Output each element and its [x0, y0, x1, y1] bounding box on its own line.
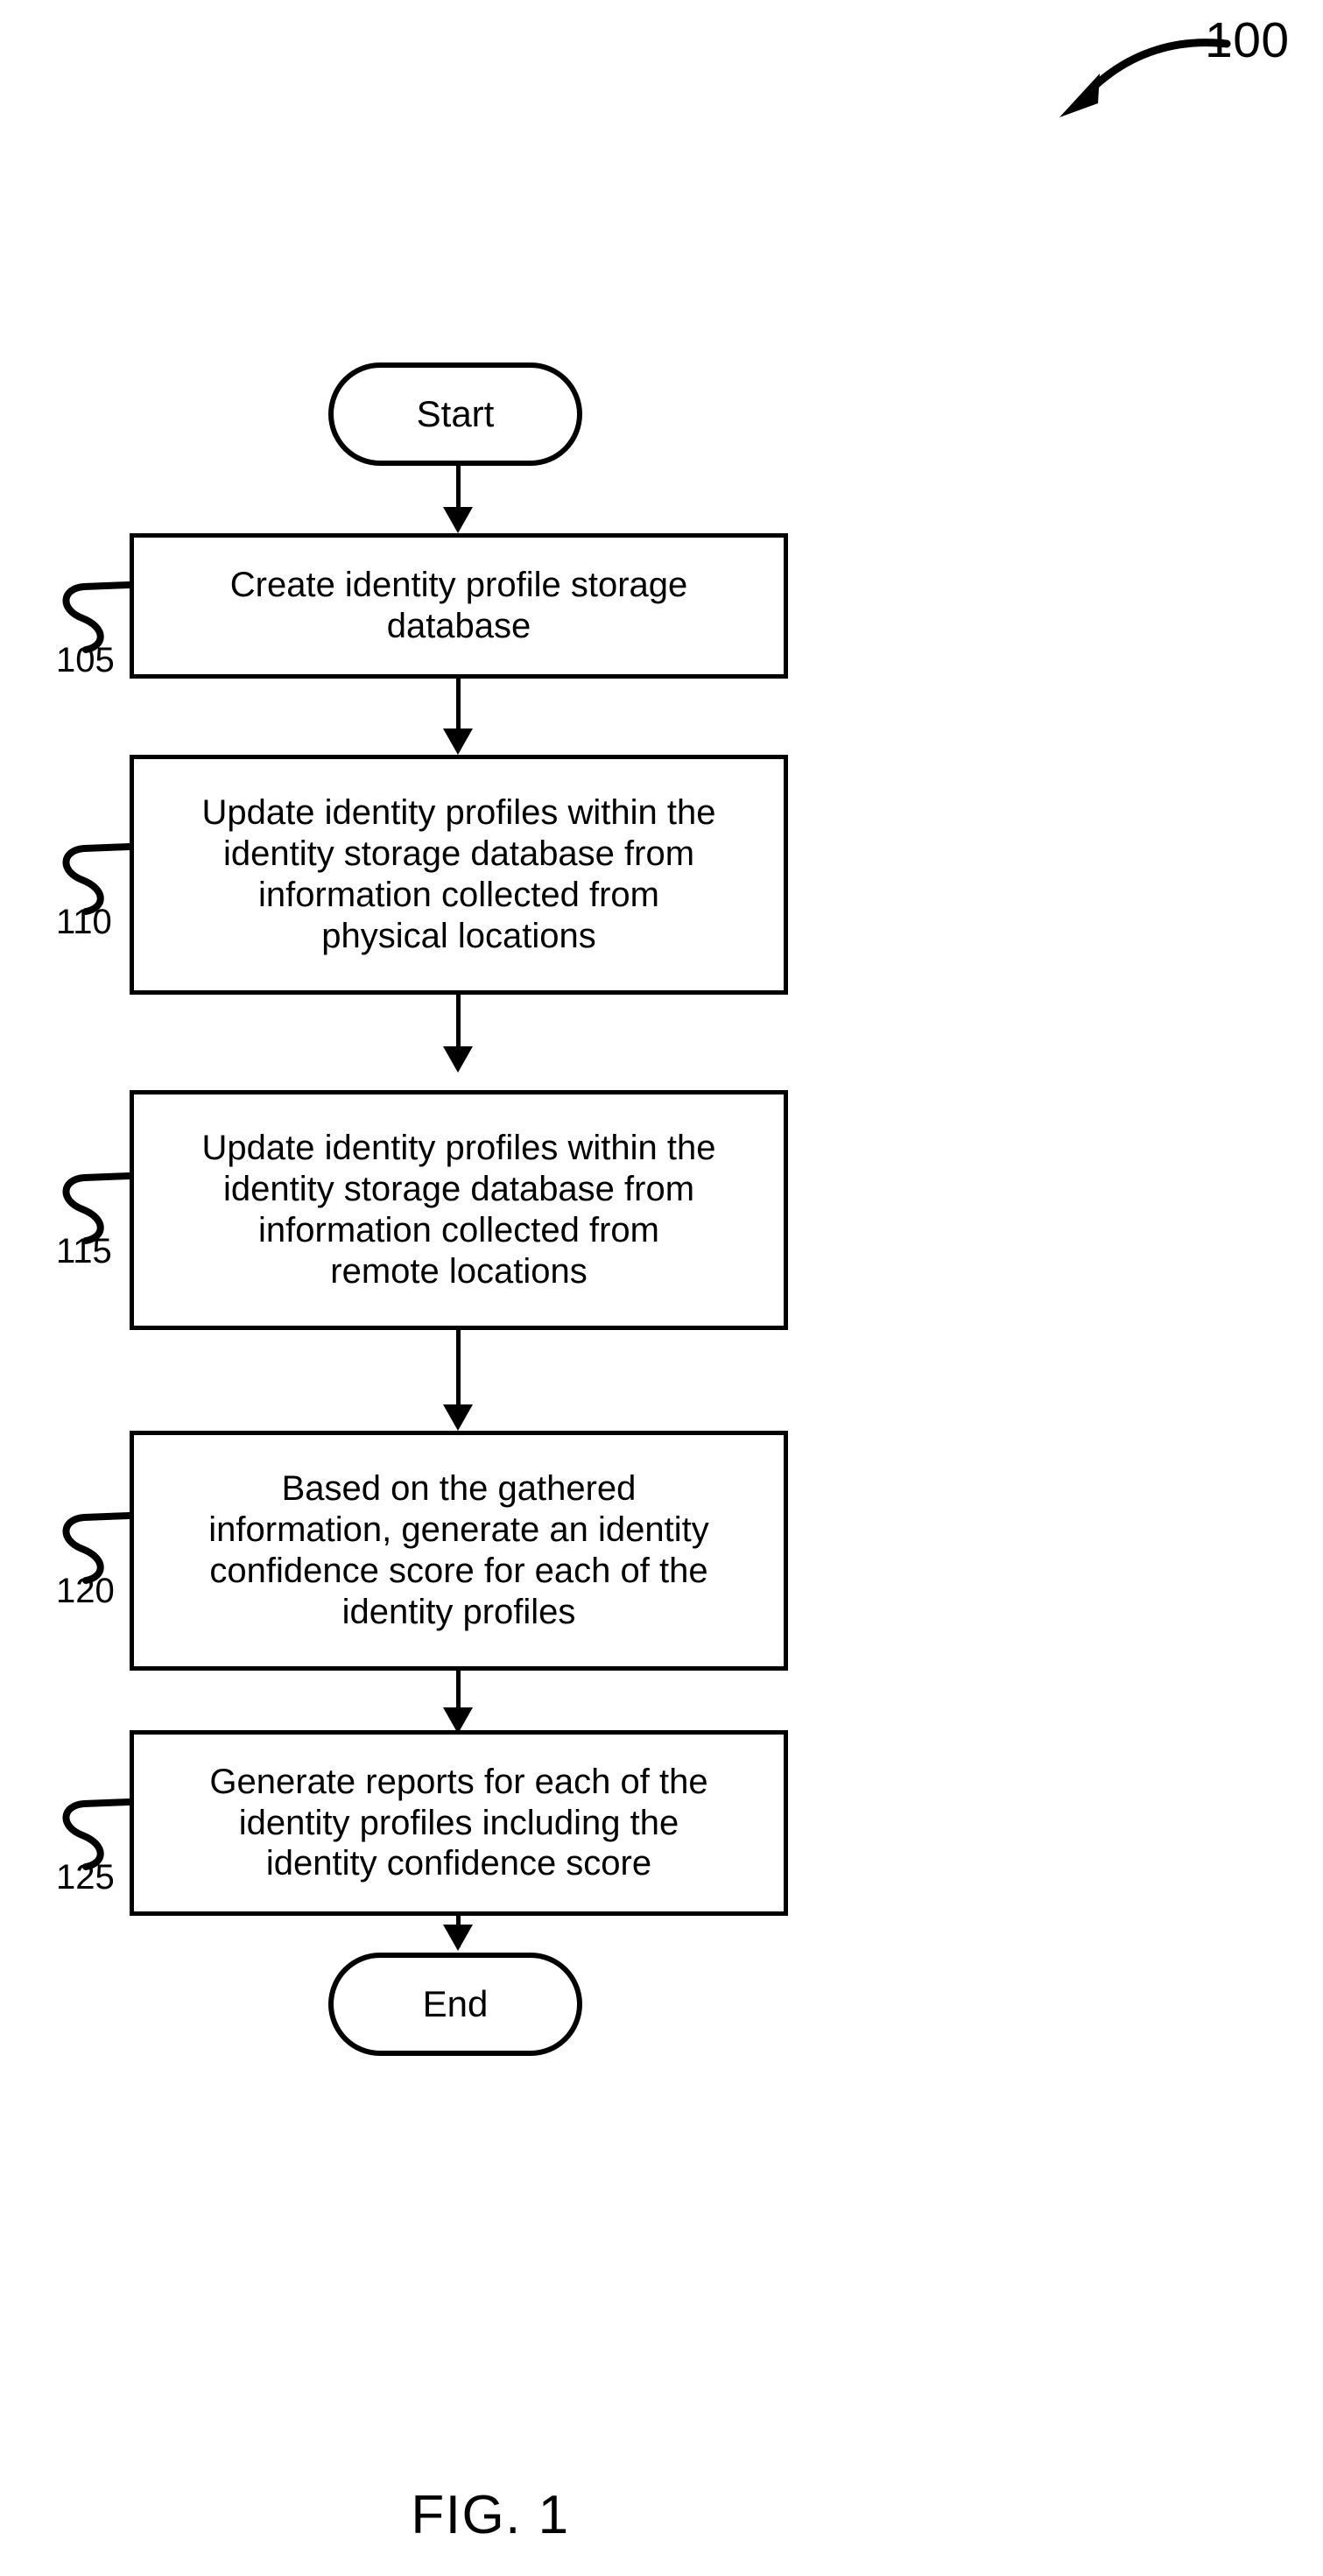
arrowhead-110-to-115-icon [443, 1046, 473, 1073]
callout-label-105: 105 [56, 641, 115, 679]
callout-label-115: 115 [56, 1232, 112, 1270]
flow-node-step-105[interactable]: Create identity profile storage database [130, 533, 788, 679]
flow-node-step-125[interactable]: Generate reports for each of the identit… [130, 1730, 788, 1916]
flow-node-step-120[interactable]: Based on the gathered information, gener… [130, 1431, 788, 1671]
flow-node-step-110[interactable]: Update identity profiles within the iden… [130, 755, 788, 995]
callout-label-120: 120 [56, 1572, 115, 1610]
figure-reference-numeral: 100 [1205, 12, 1290, 68]
flow-node-step-125-label: Generate reports for each of the identit… [209, 1762, 708, 1883]
flow-node-start[interactable]: Start [328, 362, 582, 466]
callout-label-110: 110 [56, 903, 112, 941]
flow-node-step-110-label: Update identity profiles within the iden… [201, 793, 716, 955]
flow-node-step-105-label: Create identity profile storage database [229, 566, 688, 645]
connector-115-to-120 [456, 1330, 461, 1407]
callout-label-125: 125 [56, 1858, 115, 1897]
flow-node-end-label: End [422, 1983, 489, 2025]
connector-110-to-115 [456, 995, 461, 1049]
connector-start-to-105 [456, 466, 461, 511]
flow-node-step-115-label: Update identity profiles within the iden… [201, 1129, 716, 1291]
figure-reference-arrow-icon [1059, 39, 1231, 117]
flow-node-start-label: Start [416, 393, 495, 435]
arrowhead-115-to-120-icon [443, 1404, 473, 1431]
connector-120-to-125 [456, 1671, 461, 1713]
arrowhead-start-to-105-icon [443, 507, 473, 533]
connector-105-to-110 [456, 679, 461, 731]
flow-node-end[interactable]: End [328, 1953, 582, 2056]
patent-figure-page: 100 Start Create identity profile storag… [0, 0, 1323, 2576]
arrowhead-105-to-110-icon [443, 728, 473, 755]
arrowhead-125-to-end-icon [443, 1925, 473, 1951]
figure-caption: FIG. 1 [411, 2485, 570, 2545]
flow-node-step-115[interactable]: Update identity profiles within the iden… [130, 1090, 788, 1330]
flow-node-step-120-label: Based on the gathered information, gener… [208, 1469, 709, 1631]
